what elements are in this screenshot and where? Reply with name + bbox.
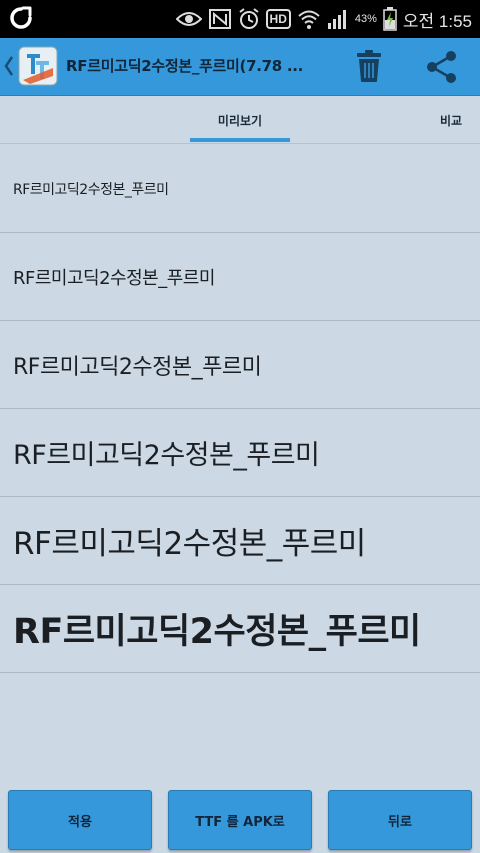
preview-text: RF르미고딕2수정본_푸르미: [13, 181, 169, 198]
page-title: RF르미고딕2수정본_푸르미(7.78 ...: [66, 57, 304, 75]
preview-text: RF르미고딕2수정본_푸르미: [13, 440, 320, 471]
battery-percent: 43%: [354, 13, 377, 25]
hd-icon: HD: [265, 9, 291, 29]
preview-row: RF르미고딕2수정본_푸르미: [0, 585, 480, 673]
preview-row: RF르미고딕2수정본_푸르미: [0, 233, 480, 321]
back-chevron-icon[interactable]: [3, 54, 15, 78]
clock: 오전 1:55: [402, 11, 472, 31]
trash-icon[interactable]: [354, 48, 384, 84]
action-bar: RF르미고딕2수정본_푸르미(7.78 ...: [0, 38, 480, 96]
back-button[interactable]: 뒤로: [328, 790, 472, 850]
tab-selected-indicator: [190, 138, 290, 142]
eye-icon: [175, 12, 202, 26]
tab-compare[interactable]: 비교: [440, 96, 480, 144]
font-preview-list: RF르미고딕2수정본_푸르미 RF르미고딕2수정본_푸르미 RF르미고딕2수정본…: [0, 145, 480, 673]
preview-row: RF르미고딕2수정본_푸르미: [0, 409, 480, 497]
tab-preview[interactable]: 미리보기: [190, 96, 290, 144]
preview-text: RF르미고딕2수정본_푸르미: [13, 267, 215, 289]
wifi-icon: [298, 10, 320, 29]
preview-row: RF르미고딕2수정본_푸르미: [0, 145, 480, 233]
status-bar: HD 43% 오전 1:55: [0, 0, 480, 38]
ttf-to-apk-button[interactable]: TTF 를 APK로: [168, 790, 312, 850]
battery-charging-icon: [383, 7, 397, 31]
preview-text: RF르미고딕2수정본_푸르미: [13, 612, 421, 652]
notification-app-icon: [10, 6, 32, 29]
signal-icon: [327, 10, 346, 29]
preview-text: RF르미고딕2수정본_푸르미: [13, 526, 366, 562]
apply-button[interactable]: 적용: [8, 790, 152, 850]
preview-text: RF르미고딕2수정본_푸르미: [13, 354, 262, 380]
preview-row: RF르미고딕2수정본_푸르미: [0, 321, 480, 409]
preview-row: RF르미고딕2수정본_푸르미: [0, 497, 480, 585]
tab-bar: 미리보기 비교: [0, 96, 480, 144]
share-icon[interactable]: [425, 50, 459, 84]
nfc-icon: [208, 9, 231, 29]
alarm-icon: [238, 8, 259, 29]
app-logo-icon[interactable]: [18, 46, 58, 86]
